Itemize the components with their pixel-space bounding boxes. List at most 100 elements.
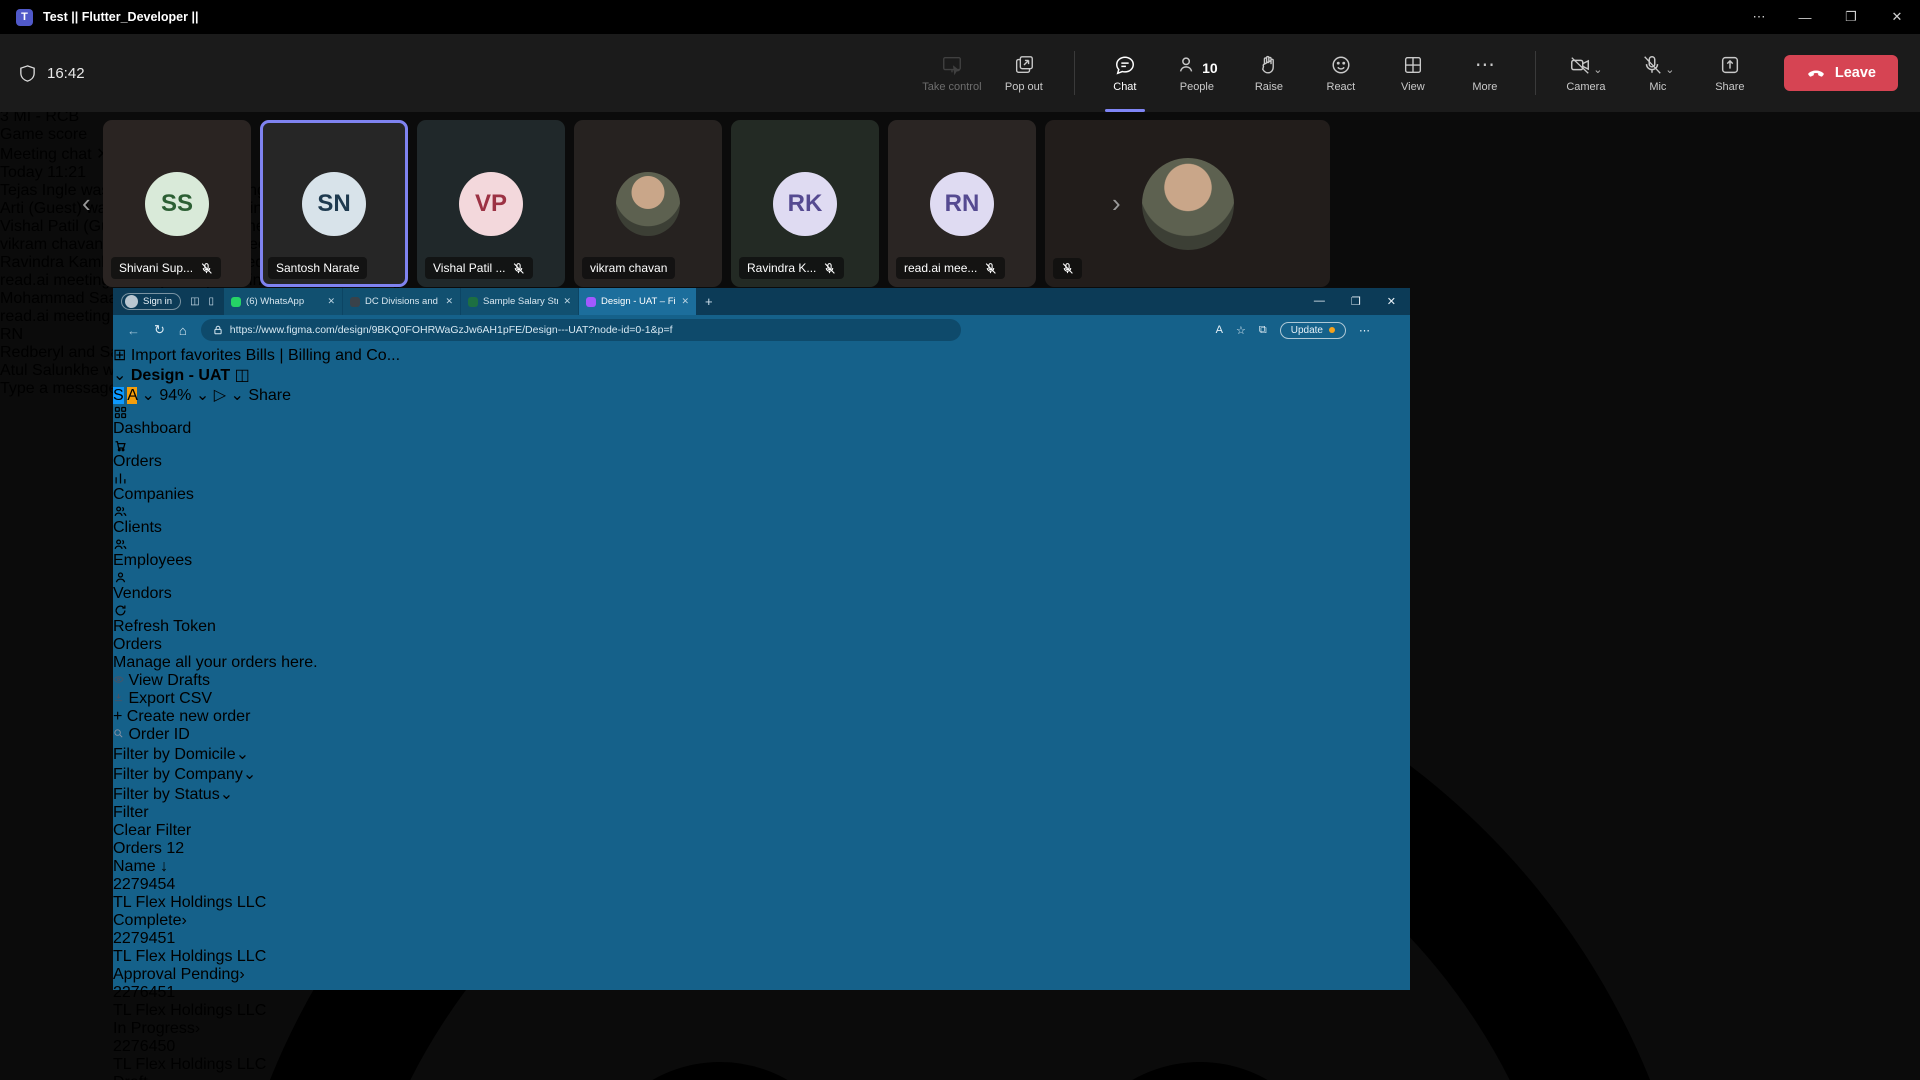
copilot-sidebar-icon[interactable]: ◫ (190, 296, 199, 307)
export-csv-button[interactable]: Export CSV (113, 690, 1410, 708)
sidebar-item-refresh-token[interactable]: Refresh Token (113, 603, 1410, 636)
sidebar-item-employees[interactable]: Employees (113, 537, 1410, 570)
chevron-down-icon: ⌄ (220, 786, 233, 803)
read-aloud-icon[interactable]: A (1216, 324, 1223, 336)
filter-status-select[interactable]: Filter by Status⌄ (113, 784, 1410, 804)
tiles-prev-button[interactable]: ‹ (82, 188, 91, 219)
people-button[interactable]: 10 People (1165, 34, 1229, 112)
vertical-tabs-icon[interactable]: ▯ (209, 296, 215, 307)
raise-button[interactable]: Raise (1237, 34, 1301, 112)
camera-button[interactable]: ⌄ Camera (1554, 34, 1618, 112)
participant-avatar: SS (145, 172, 209, 236)
browser-more-icon[interactable]: ⋯ (1359, 324, 1370, 337)
pop-out-button[interactable]: Pop out (992, 34, 1056, 112)
window-minimize-button[interactable]: — (1782, 0, 1828, 34)
window-maximize-button[interactable]: ❐ (1828, 0, 1874, 34)
participant-name-label: Ravindra K... (739, 257, 844, 279)
video-tile[interactable]: SSShivani Sup... (103, 120, 251, 287)
order-row[interactable]: 2276450TL Flex Holdings LLCDraft› (113, 1038, 1410, 1080)
window-close-button[interactable]: ✕ (1874, 0, 1920, 34)
bookmark-bills-link[interactable]: Bills | Billing and Co... (246, 347, 400, 364)
browser-maximize-button[interactable]: ❐ (1351, 295, 1361, 308)
name-sort-header[interactable]: Name ↓ (113, 858, 1410, 876)
sidebar-item-vendors[interactable]: Vendors (113, 570, 1410, 603)
order-row[interactable]: 2279451TL Flex Holdings LLCApproval Pend… (113, 930, 1410, 984)
tab-close-icon[interactable]: ✕ (563, 296, 571, 307)
sidebar-item-dashboard[interactable]: Dashboard (113, 405, 1410, 438)
figma-zoom-level[interactable]: 94% (159, 387, 191, 404)
tiles-next-button[interactable]: › (1112, 188, 1121, 219)
browser-close-button[interactable]: ✕ (1387, 295, 1396, 308)
video-tile[interactable]: SNSantosh Narate (260, 120, 408, 287)
browser-tab[interactable]: (6) WhatsApp✕ (224, 288, 342, 315)
browser-minimize-button[interactable]: — (1314, 295, 1325, 308)
back-icon[interactable]: ← (127, 323, 140, 338)
video-tile[interactable]: VPVishal Patil ... (417, 120, 565, 287)
browser-tab[interactable]: DC Divisions and Surroundings✕ (342, 288, 460, 315)
window-more-button[interactable]: ⋯ (1736, 0, 1782, 34)
view-button[interactable]: View (1381, 34, 1445, 112)
chat-button[interactable]: Chat (1093, 34, 1157, 112)
new-tab-button[interactable]: + (705, 294, 713, 309)
browser-tab[interactable]: Design - UAT – Figma✕ (578, 288, 696, 315)
sidebar-item-orders[interactable]: Orders (113, 438, 1410, 471)
browser-update-button[interactable]: Update (1280, 322, 1346, 339)
tab-close-icon[interactable]: ✕ (445, 296, 453, 307)
tab-close-icon[interactable]: ✕ (681, 296, 689, 307)
figma-file-menu[interactable]: ⌄ Design - UAT ◫ (113, 365, 1410, 385)
sidebar-item-clients[interactable]: Clients (113, 504, 1410, 537)
more-button[interactable]: ⋯ More (1453, 34, 1517, 112)
leave-button[interactable]: Leave (1784, 55, 1898, 91)
react-button[interactable]: React (1309, 34, 1373, 112)
order-row[interactable]: 2276451TL Flex Holdings LLCIn Progress› (113, 984, 1410, 1038)
address-bar[interactable]: https://www.figma.com/design/9BKQ0FOHRWa… (201, 319, 961, 341)
video-tile[interactable] (1045, 120, 1330, 287)
update-alert-dot (1329, 327, 1335, 333)
clear-filter-button[interactable]: Clear Filter (113, 822, 1410, 840)
home-icon[interactable]: ⌂ (179, 323, 187, 338)
tab-close-icon[interactable]: ✕ (327, 296, 335, 307)
camera-options-chevron[interactable]: ⌄ (1593, 63, 1602, 76)
figma-menu-chevron: ⌄ (113, 367, 126, 384)
favorite-star-icon[interactable]: ☆ (1236, 324, 1246, 337)
order-id: 2279454 (113, 876, 1410, 894)
more-icon: ⋯ (1475, 54, 1495, 76)
collections-icon[interactable]: ⧉ (1259, 324, 1267, 337)
share-button[interactable]: Share (1698, 34, 1762, 112)
mic-off-icon (512, 262, 525, 275)
reload-icon[interactable]: ↻ (154, 322, 165, 338)
filter-button[interactable]: Filter (113, 804, 1410, 822)
browser-profile-button[interactable]: Sign in (121, 293, 181, 310)
figma-topbar-right: S A ⌄ 94% ⌄ ▷ ⌄ Share (113, 385, 1410, 405)
figma-layout-icon[interactable]: ◫ (235, 367, 250, 384)
view-drafts-button[interactable]: View Drafts (113, 672, 1410, 690)
browser-tab[interactable]: Sample Salary Structure with calc✕ (460, 288, 578, 315)
order-row[interactable]: 2279454TL Flex Holdings LLCComplete› (113, 876, 1410, 930)
figma-share-button[interactable]: Share (248, 387, 291, 404)
figma-present-icon[interactable]: ▷ (214, 387, 226, 404)
import-favorites-link[interactable]: Import favorites (131, 347, 241, 364)
mic-options-chevron[interactable]: ⌄ (1665, 63, 1674, 76)
lock-icon (213, 325, 223, 335)
video-tile[interactable]: vikram chavan (574, 120, 722, 287)
video-tile[interactable]: RK Ravindra K... (731, 120, 879, 287)
order-status-badge: Approval Pending (113, 966, 239, 983)
mic-button[interactable]: ⌄ Mic (1626, 34, 1690, 112)
take-control-icon (941, 54, 963, 76)
collaborator-avatar[interactable]: S (113, 387, 124, 404)
order-id-search-input[interactable]: Order ID (113, 726, 1410, 744)
figma-doc-title: Design - UAT (131, 367, 230, 384)
chevron-down-icon: ⌄ (243, 766, 256, 783)
collaborator-avatar[interactable]: A (127, 387, 137, 404)
participant-photo (616, 172, 680, 236)
sidebar-item-companies[interactable]: Companies (113, 471, 1410, 504)
participant-avatar: RK (773, 172, 837, 236)
screen: T Test || Flutter_Developer || ⋯ — ❐ ✕ 1… (0, 0, 1920, 1080)
avatar-chevron[interactable]: ⌄ (141, 387, 154, 404)
create-new-order-button[interactable]: + Create new order (113, 708, 1410, 726)
meeting-toolbar: 16:42 Take control Pop out Chat 10 P (0, 34, 1920, 112)
video-tile[interactable]: RNread.ai mee... (888, 120, 1036, 287)
filter-domicile-select[interactable]: Filter by Domicile⌄ (113, 744, 1410, 764)
edge-copilot-icon[interactable] (1383, 323, 1398, 338)
filter-company-select[interactable]: Filter by Company⌄ (113, 764, 1410, 784)
